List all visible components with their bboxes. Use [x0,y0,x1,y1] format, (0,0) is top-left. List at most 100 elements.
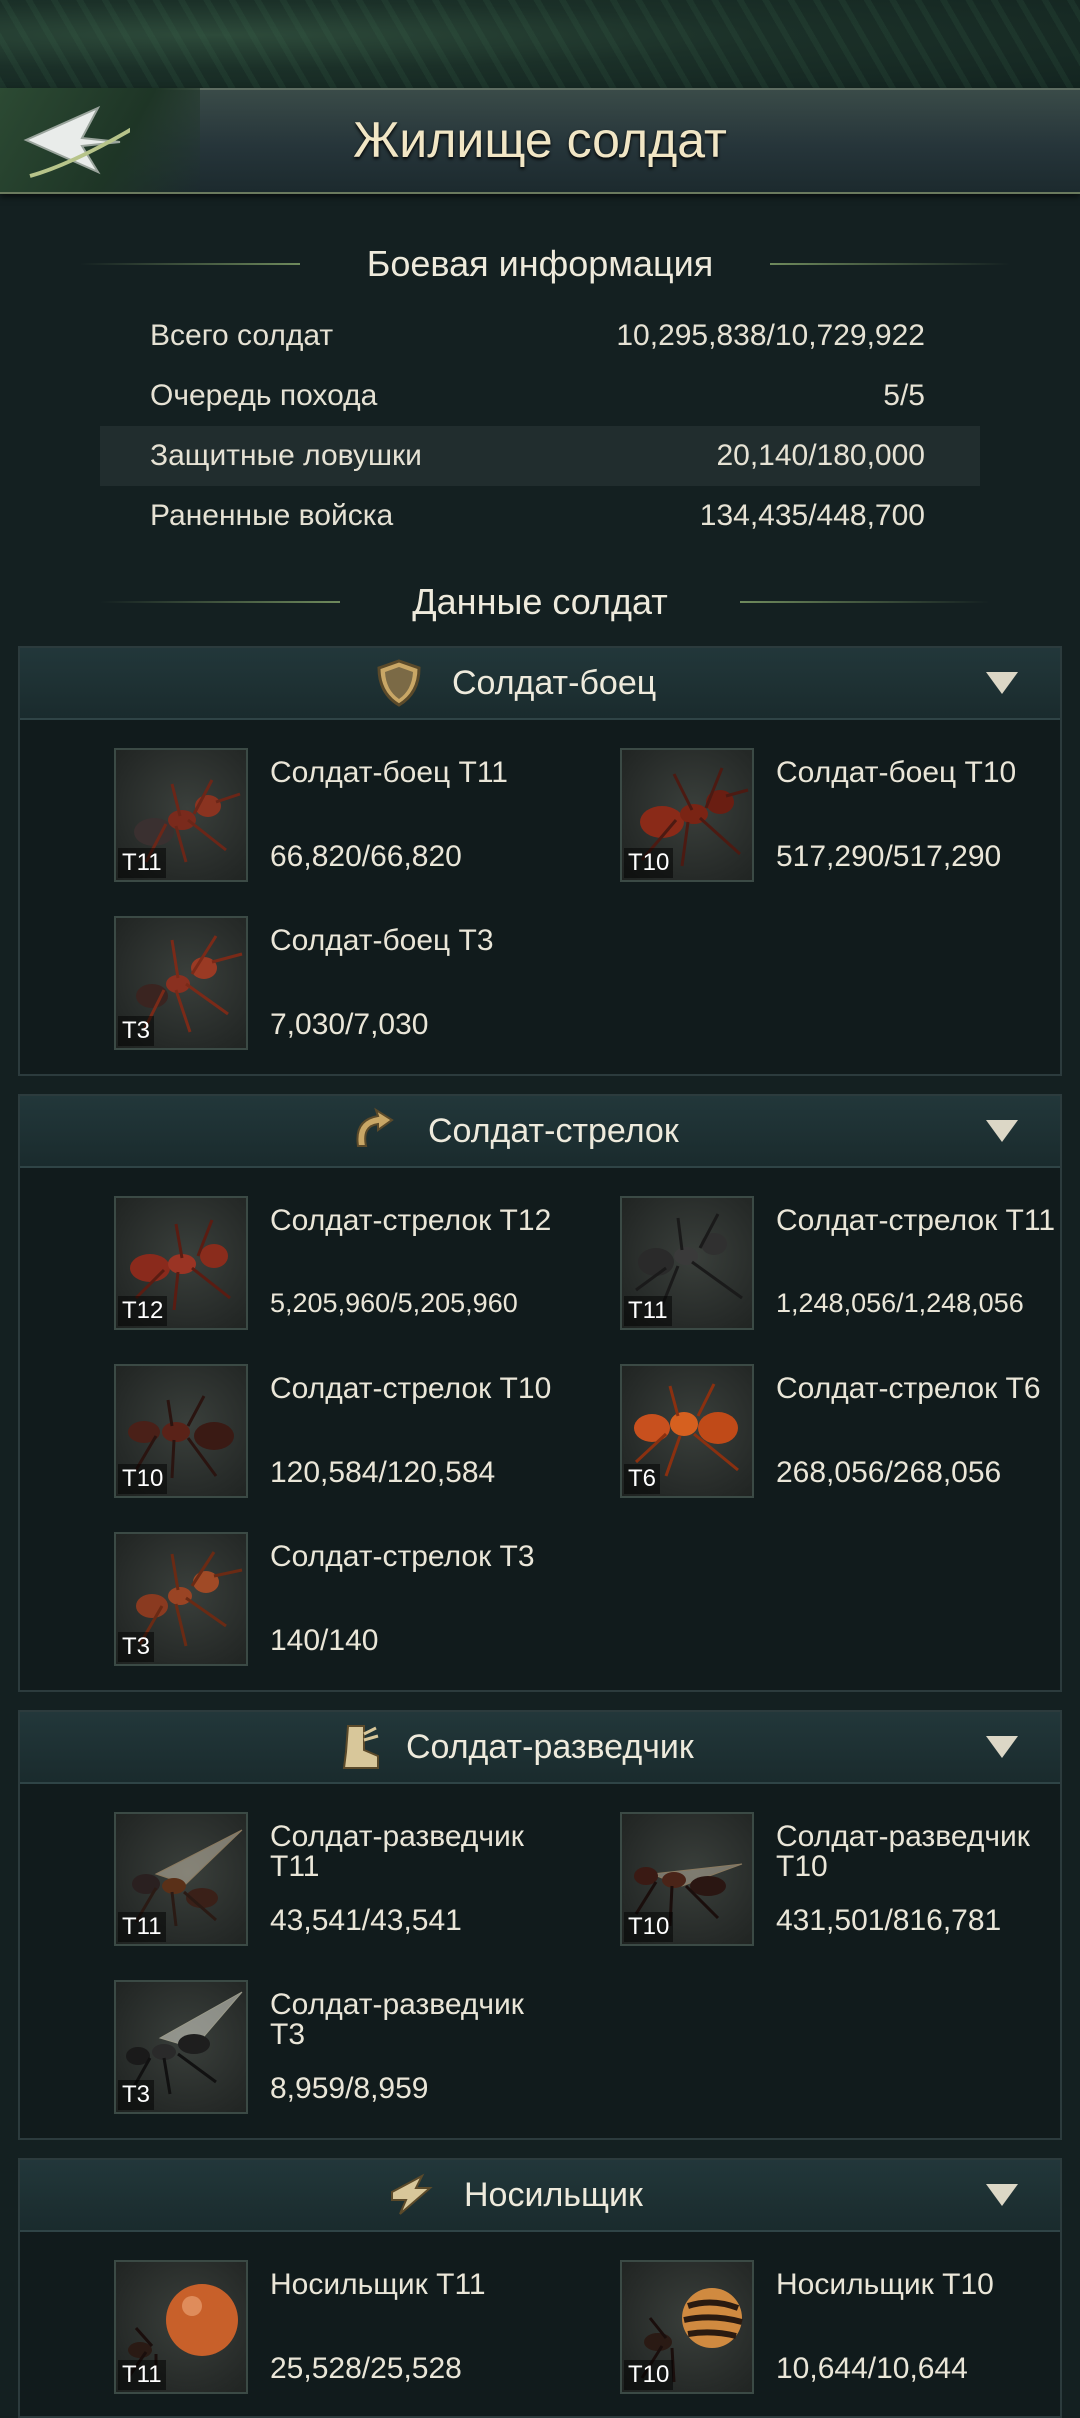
unit-name: Солдат-стрелок T10 [270,1372,552,1405]
tier-badge: T3 [118,1016,155,1046]
info-row-wounded: Раненные войска 134,435/448,700 [100,486,980,546]
chevron-down-icon[interactable] [986,672,1018,694]
unit-thumbnail: T11 [620,1196,754,1330]
category-header[interactable]: Солдат-боец [20,648,1060,720]
category-label: Солдат-разведчик [406,1728,694,1766]
unit-thumbnail: T3 [114,1532,248,1666]
category-label: Носильщик [464,2176,643,2214]
unit-thumbnail: T11 [114,1812,248,1946]
curved-arrow-icon [356,1107,394,1147]
info-label: Очередь похода [150,379,378,412]
tier-badge: T10 [624,1912,674,1942]
info-value: 5/5 [883,379,925,412]
top-decoration [0,0,1080,88]
unit-card[interactable]: T3 Солдат-боец T3 7,030/7,030 [20,916,494,1056]
category-scout: Солдат-разведчик T11 Солдат-разведчик T1… [18,1710,1062,2140]
info-value: 20,140/180,000 [716,439,925,472]
tier-badge: T11 [624,1296,672,1326]
unit-card[interactable]: T11 Солдат-боец T11 66,820/66,820 [20,748,508,888]
unit-count: 7,030/7,030 [270,1008,429,1041]
category-header[interactable]: Солдат-стрелок [20,1096,1060,1168]
back-button[interactable] [0,88,200,192]
info-row-march-queue: Очередь похода 5/5 [100,366,980,426]
unit-thumbnail: T3 [114,1980,248,2114]
page-title: Жилище солдат [353,112,727,168]
unit-card[interactable]: T10 Солдат-разведчик T10 431,501/816,781 [526,1812,1030,1952]
unit-name: Солдат-боец T10 [776,756,1017,789]
category-header[interactable]: Носильщик [20,2160,1060,2232]
soldier-data-heading: Данные солдат [0,578,1080,626]
battle-info-title: Боевая информация [366,243,714,284]
unit-thumbnail: T10 [620,1812,754,1946]
info-row-defense-traps: Защитные ловушки 20,140/180,000 [100,426,980,486]
unit-name: Солдат-разведчик T3 [270,1988,524,2051]
unit-count: 66,820/66,820 [270,840,462,873]
unit-name: Солдат-разведчик T11 [270,1820,524,1883]
unit-thumbnail: T10 [620,748,754,882]
unit-count: 1,248,056/1,248,056 [776,1288,1024,1318]
unit-count: 5,205,960/5,205,960 [270,1288,518,1318]
tier-badge: T11 [118,2360,166,2390]
info-value: 10,295,838/10,729,922 [616,319,925,352]
category-carrier: Носильщик T11 Носильщик T11 25,528/25,52… [18,2158,1062,2418]
info-label: Раненные войска [150,499,394,532]
unit-name: Носильщик T11 [270,2268,486,2301]
unit-card[interactable]: T3 Солдат-стрелок T3 140/140 [20,1532,535,1672]
unit-card[interactable]: T3 Солдат-разведчик T3 8,959/8,959 [20,1980,524,2120]
info-row-total-soldiers: Всего солдат 10,295,838/10,729,922 [100,306,980,366]
unit-name: Солдат-стрелок T11 [776,1204,1056,1237]
unit-name: Носильщик T10 [776,2268,994,2301]
unit-count: 268,056/268,056 [776,1456,1002,1489]
chevron-down-icon[interactable] [986,1736,1018,1758]
category-shooter: Солдат-стрелок T12 Солдат-стрелок T12 5,… [18,1094,1062,1692]
boot-icon [342,1725,379,1769]
unit-thumbnail: T10 [114,1364,248,1498]
tier-badge: T10 [624,848,674,878]
unit-card[interactable]: T6 Солдат-стрелок T6 268,056/268,056 [526,1364,1041,1504]
unit-card[interactable]: T11 Солдат-стрелок T11 1,248,056/1,248,0… [526,1196,1055,1336]
chevron-down-icon[interactable] [986,1120,1018,1142]
chevron-down-icon[interactable] [986,2184,1018,2206]
unit-card[interactable]: T10 Солдат-стрелок T10 120,584/120,584 [20,1364,551,1504]
unit-thumbnail: T6 [620,1364,754,1498]
unit-thumbnail: T3 [114,916,248,1050]
category-label: Солдат-стрелок [428,1112,679,1150]
unit-card[interactable]: T12 Солдат-стрелок T12 5,205,960/5,205,9… [20,1196,551,1336]
soldier-data-title: Данные солдат [412,581,668,622]
battle-info-heading: Боевая информация [0,240,1080,288]
tier-badge: T10 [624,2360,674,2390]
unit-count: 120,584/120,584 [270,1456,496,1489]
unit-count: 10,644/10,644 [776,2352,968,2385]
unit-count: 8,959/8,959 [270,2072,429,2105]
unit-thumbnail: T11 [114,748,248,882]
category-label: Солдат-боец [452,664,657,702]
tier-badge: T11 [118,1912,166,1942]
info-label: Всего солдат [150,319,334,352]
unit-thumbnail: T10 [620,2260,754,2394]
unit-count: 517,290/517,290 [776,840,1002,873]
unit-name: Солдат-стрелок T3 [270,1540,535,1573]
category-fighter: Солдат-боец T11 Солдат-боец T11 66,820/6… [18,646,1062,1076]
unit-name: Солдат-разведчик T10 [776,1820,1030,1883]
lightning-icon [391,2173,433,2215]
unit-count: 43,541/43,541 [270,1904,462,1937]
unit-card[interactable]: T11 Носильщик T11 25,528/25,528 [20,2260,490,2400]
unit-name: Солдат-боец T3 [270,924,494,957]
tier-badge: T10 [118,1464,168,1494]
unit-thumbnail: T12 [114,1196,248,1330]
unit-card[interactable]: T10 Солдат-боец T10 517,290/517,290 [526,748,1016,888]
unit-count: 431,501/816,781 [776,1904,1002,1937]
info-value: 134,435/448,700 [699,499,925,532]
unit-name: Солдат-боец T11 [270,756,508,789]
unit-card[interactable]: T11 Солдат-разведчик T11 43,541/43,541 [20,1812,524,1952]
unit-thumbnail: T11 [114,2260,248,2394]
tier-badge: T3 [118,1632,155,1662]
unit-card[interactable]: T10 Носильщик T10 10,644/10,644 [526,2260,996,2400]
arrow-left-icon [23,105,130,178]
shield-icon [377,659,421,707]
category-header[interactable]: Солдат-разведчик [20,1712,1060,1784]
tier-badge: T6 [624,1464,661,1494]
unit-name: Солдат-стрелок T12 [270,1204,552,1237]
tier-badge: T12 [118,1296,168,1326]
tier-badge: T3 [118,2080,155,2110]
